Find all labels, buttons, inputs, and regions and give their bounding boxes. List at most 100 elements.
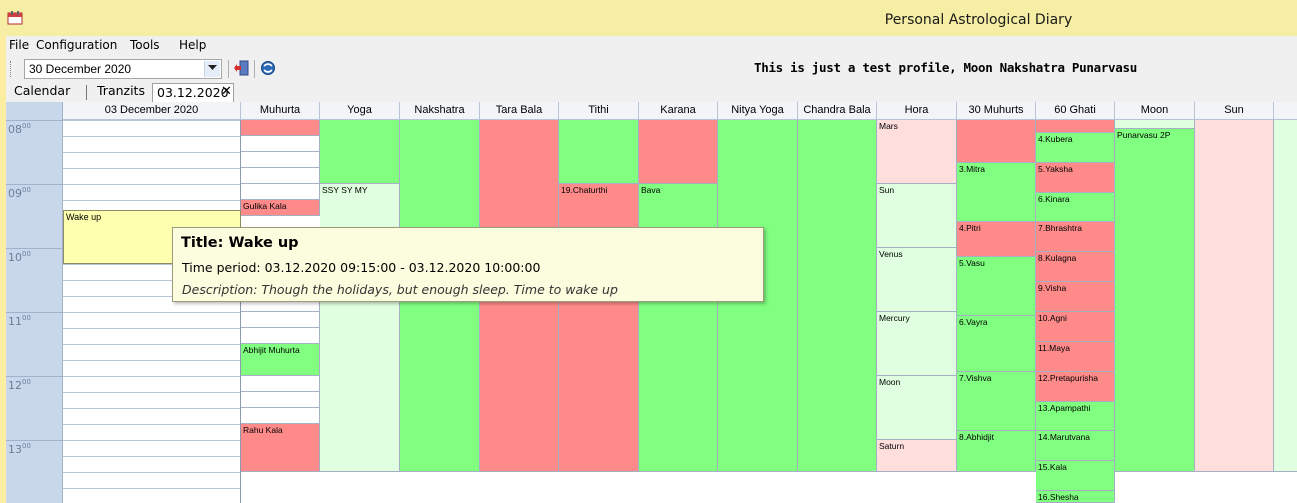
hour-label: 1300 [8,442,31,456]
time-block[interactable]: 8.Kulagna [1036,252,1115,283]
time-block[interactable]: 5.Vasu [957,256,1036,317]
column-header[interactable]: Chandra Bala [798,102,877,120]
time-block[interactable]: Venus [877,248,957,312]
time-slot-line [63,136,241,137]
time-block[interactable]: 9.Visha [1036,282,1115,312]
tab-label: 03.12.2020 [157,85,229,100]
time-block[interactable]: Mars [877,120,957,184]
menu-tools[interactable]: Tools [130,38,160,52]
time-block[interactable] [1274,120,1297,472]
column-header[interactable]: Nitya Yoga [718,102,798,120]
time-block[interactable] [241,392,320,408]
time-slot-line [63,472,241,473]
exit-door-icon[interactable] [234,60,250,76]
time-block[interactable] [1115,120,1195,129]
time-block[interactable] [241,312,320,328]
time-block[interactable]: 6.Kinara [1036,192,1115,223]
time-block[interactable] [639,120,718,184]
menu-configuration[interactable]: Configuration [36,38,117,52]
time-slot-line [63,360,241,361]
tab-calendar[interactable]: Calendar [14,83,70,102]
hour-divider [6,120,63,121]
date-select[interactable]: 30 December 2020 [24,59,222,79]
time-block[interactable]: Moon [877,376,957,440]
time-block[interactable]: 16.Shesha [1036,491,1115,503]
time-block[interactable] [241,120,320,136]
time-slot-line [63,424,241,425]
column-header[interactable]: Karana [639,102,718,120]
column-header[interactable]: Tithi [559,102,639,120]
time-block[interactable]: Sun [877,184,957,248]
column-header[interactable]: 30 Muhurts [957,102,1036,120]
time-block[interactable] [957,120,1036,163]
menu-bar: File Configuration Tools Help [6,36,1297,56]
time-block[interactable] [241,376,320,392]
column-header[interactable]: 03 December 2020 [63,102,241,120]
tooltip-time: Time period: 03.12.2020 09:15:00 - 03.12… [182,260,541,275]
tooltip-description: Description: Though the holidays, but en… [182,282,618,297]
time-block[interactable]: 14.Marutvana [1036,431,1115,462]
time-block[interactable]: 15.Kala [1036,461,1115,492]
time-block[interactable]: 13.Apampathi [1036,401,1115,432]
time-block[interactable]: 7.Vishva [957,371,1036,432]
hour-divider [6,248,63,249]
time-block[interactable] [241,168,320,184]
time-block[interactable]: Abhijit Muhurta [241,344,320,376]
menu-help[interactable]: Help [179,38,206,52]
time-block[interactable]: 11.Maya [1036,341,1115,372]
time-block[interactable] [241,152,320,168]
time-block[interactable]: Mercury [877,312,957,376]
title-bar: Personal Astrological Diary [0,0,1297,36]
time-block[interactable] [798,120,877,472]
time-block[interactable]: Punarvasu 2P [1115,128,1195,472]
event-tooltip: Title: Wake up Time period: 03.12.2020 0… [172,227,764,302]
hour-label: 1200 [8,378,31,392]
time-block[interactable]: 4.Pitri [957,222,1036,257]
menu-file[interactable]: File [9,38,29,52]
time-block[interactable]: 8.Abhidjit [957,431,1036,472]
toolbar-grip[interactable] [10,61,12,77]
hour-label: 0800 [8,122,31,136]
column-header[interactable]: 60 Ghati [1036,102,1115,120]
time-block[interactable] [1036,120,1115,133]
column-header[interactable]: Nakshatra [400,102,480,120]
time-slot-line [63,344,241,345]
time-block[interactable] [241,184,320,200]
time-block[interactable] [559,120,639,184]
time-block[interactable] [320,120,400,184]
toolbar-separator [228,60,229,78]
time-block[interactable]: 6.Vayra [957,316,1036,372]
hour-divider [6,312,63,313]
time-block[interactable]: 10.Agni [1036,312,1115,342]
time-block[interactable]: 4.Kubera [1036,132,1115,163]
time-block[interactable]: Rahu Kala [241,424,320,472]
time-slot-line [63,184,241,185]
time-block[interactable]: 3.Mitra [957,162,1036,223]
time-block[interactable]: Gulika Kala [241,200,320,216]
time-block[interactable]: Saturn [877,440,957,472]
time-slot-line [63,488,241,489]
window-title: Personal Astrological Diary [884,12,1073,28]
chevron-down-icon[interactable] [204,61,220,77]
time-block[interactable]: 5.Yaksha [1036,162,1115,193]
tab-tranzits[interactable]: Tranzits [97,83,145,102]
column-header[interactable]: Hora [877,102,957,120]
column-header[interactable]: Moon [1115,102,1195,120]
column-header[interactable]: Sun [1195,102,1274,120]
column-header[interactable]: Yoga [320,102,400,120]
column-header-empty [1274,102,1297,120]
time-block[interactable] [241,408,320,424]
close-icon[interactable]: ✕ [221,84,232,99]
tab-03-12-2020[interactable]: 03.12.2020 ✕ [152,83,234,102]
time-block[interactable]: 12.Pretapurisha [1036,371,1115,402]
time-block[interactable] [241,136,320,152]
refresh-globe-icon[interactable] [260,60,276,76]
time-block[interactable] [241,328,320,344]
profile-text: This is just a test profile, Moon Naksha… [754,60,1137,75]
tab-separator [86,85,87,100]
column-header[interactable]: Muhurta [241,102,320,120]
app-window: Personal Astrological Diary File Configu… [0,0,1297,503]
time-block[interactable] [1195,120,1274,472]
time-block[interactable]: 7.Bhrashtra [1036,222,1115,253]
column-header[interactable]: Tara Bala [480,102,559,120]
